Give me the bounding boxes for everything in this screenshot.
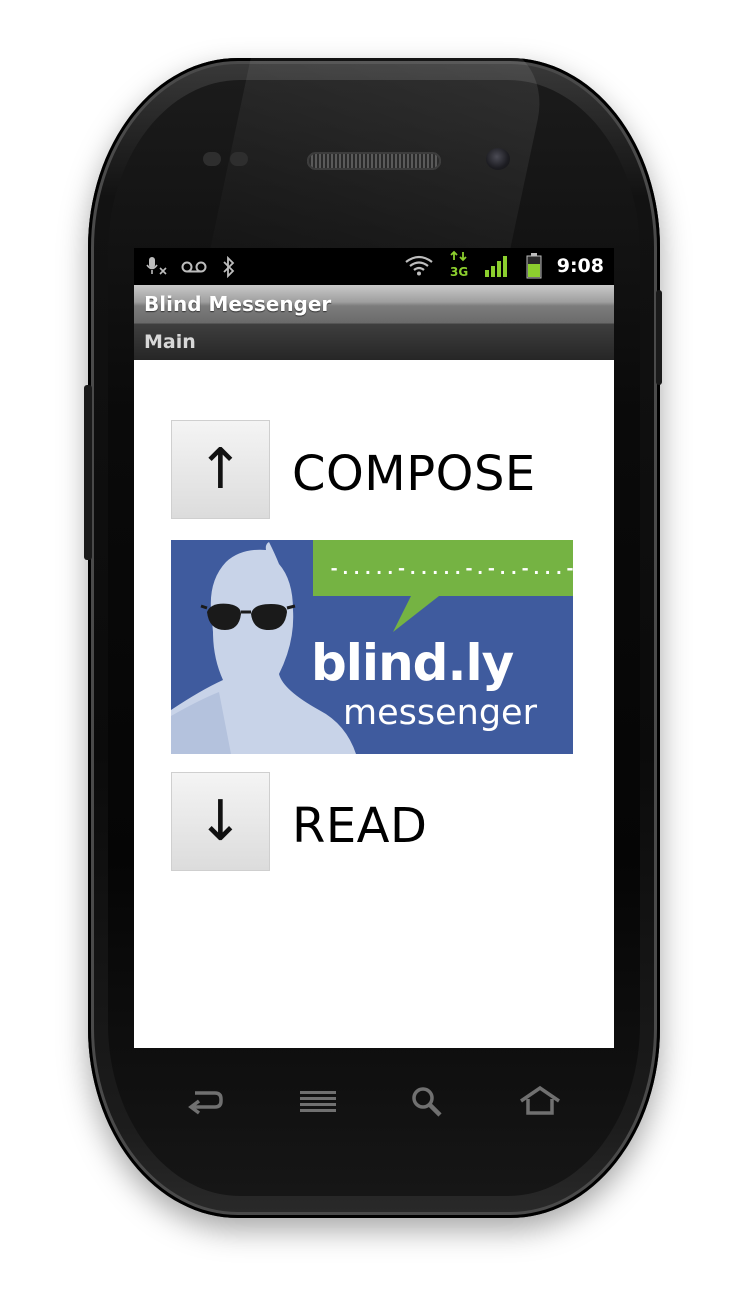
read-label[interactable]: READ [292, 798, 427, 854]
light-sensor [230, 152, 248, 166]
logo-morse-text: -.....-.....-.-..-...-. [329, 559, 573, 579]
search-icon[interactable] [410, 1085, 444, 1121]
screen-subtitle: Main [134, 323, 614, 360]
mic-muted-icon [145, 256, 169, 281]
clock: 9:08 [556, 255, 604, 277]
read-arrow-button[interactable]: ↓ [171, 772, 270, 871]
logo-wordmark: blind.ly [311, 634, 514, 692]
volume-button[interactable] [84, 385, 92, 560]
logo-tagline: messenger [343, 693, 538, 733]
blindly-logo: -.....-.....-.-..-...-. blind.ly messeng… [171, 540, 586, 754]
network-type-label: 3G [450, 265, 469, 279]
proximity-sensor [203, 152, 221, 166]
wifi-icon [404, 254, 434, 281]
earpiece-speaker [307, 152, 441, 170]
back-icon[interactable] [185, 1085, 225, 1121]
status-bar[interactable]: 3G 9:08 [134, 248, 614, 285]
app-title: Blind Messenger [134, 285, 614, 323]
power-button[interactable] [656, 290, 662, 385]
front-camera [486, 148, 510, 170]
compose-label[interactable]: COMPOSE [292, 446, 536, 502]
voicemail-icon [181, 256, 207, 281]
home-icon[interactable] [518, 1085, 562, 1121]
compose-arrow-button[interactable]: ↑ [171, 420, 270, 519]
signal-icon [484, 254, 510, 283]
bluetooth-icon [222, 255, 236, 283]
menu-icon[interactable] [298, 1085, 338, 1121]
screen: 3G 9:08 Blind Messenger Main ↑ COMPOSE -… [134, 248, 614, 1048]
main-content: ↑ COMPOSE -.....-.....-.-..-...-. blind.… [134, 360, 614, 1048]
battery-icon [526, 252, 542, 285]
